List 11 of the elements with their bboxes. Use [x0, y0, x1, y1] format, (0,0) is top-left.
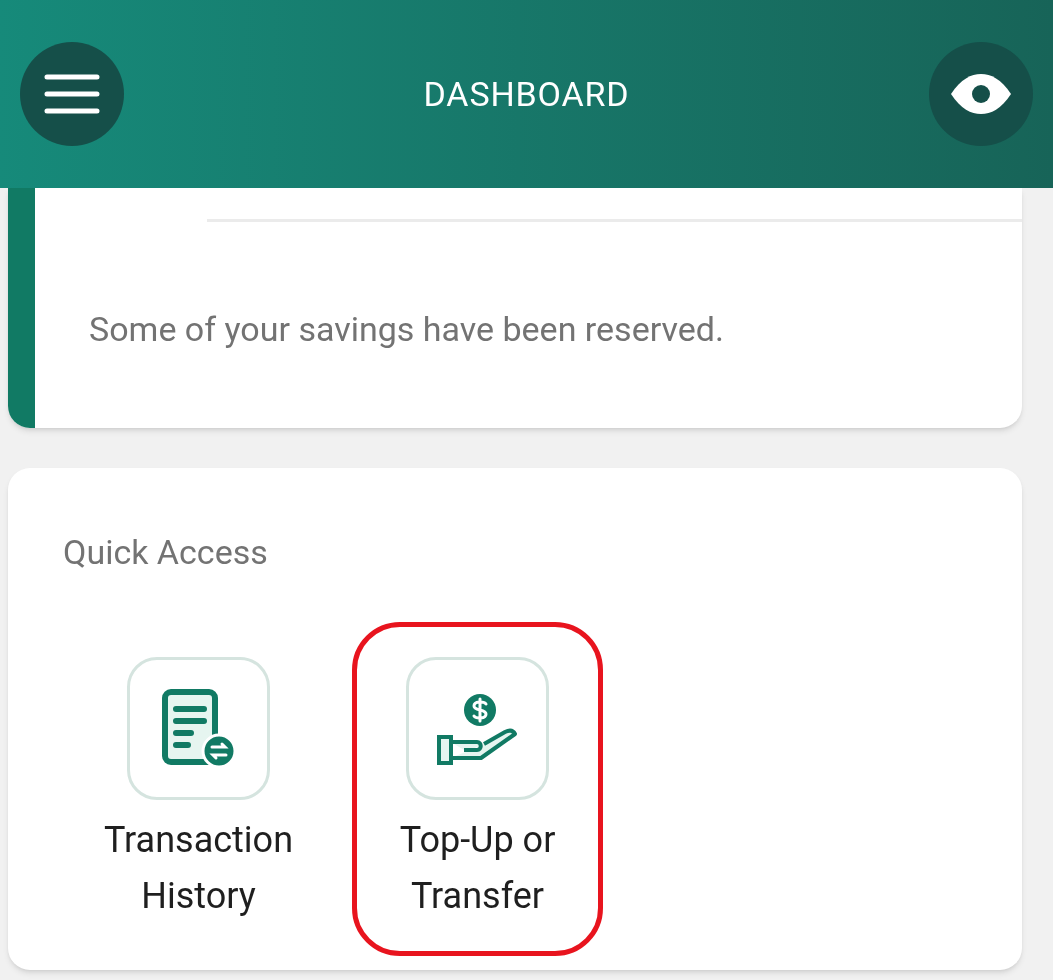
notice-message: Some of your savings have been reserved.: [89, 308, 725, 351]
quick-access-item[interactable]: Top-Up or Transfer: [352, 622, 603, 956]
document-exchange-icon: [160, 688, 237, 769]
item-label: Top-Up or Transfer: [398, 818, 557, 919]
quick-access-item[interactable]: Transaction History: [73, 622, 324, 956]
page-title: DASHBOARD: [423, 72, 630, 116]
item-label: Transaction History: [102, 818, 295, 919]
menu-icon: [44, 73, 100, 115]
eye-icon: [949, 73, 1013, 115]
hand-coin-icon: [435, 691, 520, 766]
section-title: Quick Access: [63, 532, 269, 572]
